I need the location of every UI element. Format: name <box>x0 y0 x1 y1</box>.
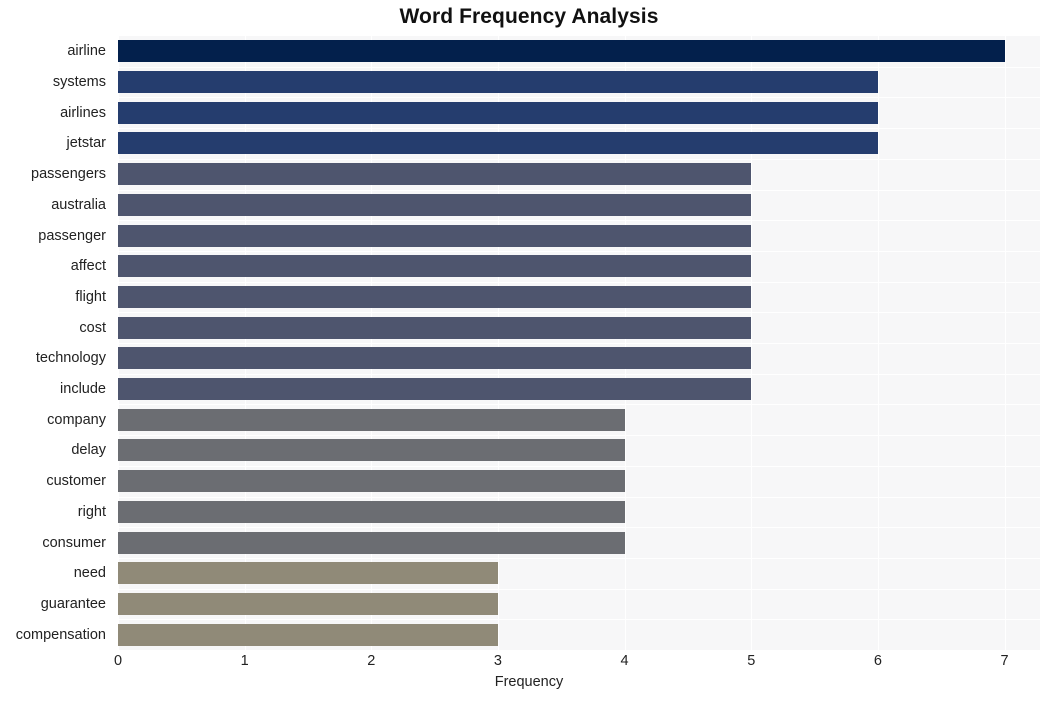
gridline-horizontal <box>118 496 1040 498</box>
bar[interactable] <box>118 408 625 431</box>
bar[interactable] <box>118 623 498 646</box>
gridline-horizontal <box>118 557 1040 559</box>
gridline-horizontal <box>118 619 1040 621</box>
y-axis-tick-label: guarantee <box>40 595 106 612</box>
y-axis-tick-label: jetstar <box>66 135 107 152</box>
gridline-horizontal <box>118 312 1040 314</box>
bar[interactable] <box>118 224 752 247</box>
plot-area <box>118 36 1040 650</box>
bar[interactable] <box>118 316 752 339</box>
y-axis-tick-label: technology <box>35 350 106 367</box>
bar[interactable] <box>118 531 625 554</box>
chart-title: Word Frequency Analysis <box>399 5 659 28</box>
y-axis-tick-label: right <box>77 503 106 520</box>
bar[interactable] <box>118 40 1005 63</box>
bar[interactable] <box>118 255 752 278</box>
x-axis-tick-label: 0 <box>113 653 123 669</box>
gridline-horizontal <box>118 128 1040 130</box>
gridline-horizontal <box>118 189 1040 191</box>
gridline-horizontal <box>118 250 1040 252</box>
bar[interactable] <box>118 132 878 155</box>
y-axis-tick-label: passengers <box>31 166 106 183</box>
x-axis-tick-label: 6 <box>873 653 882 669</box>
gridline-horizontal <box>118 465 1040 467</box>
gridline-horizontal <box>118 97 1040 99</box>
gridline-horizontal <box>118 281 1040 283</box>
y-axis-tick-label: company <box>47 411 106 428</box>
y-axis-tick-label: include <box>60 381 106 398</box>
gridline-horizontal <box>118 373 1040 375</box>
gridline-horizontal <box>118 158 1040 160</box>
bar[interactable] <box>118 500 625 523</box>
bar[interactable] <box>118 71 878 94</box>
x-axis: 0 1 2 3 4 5 6 7 <box>114 650 1040 676</box>
y-axis-tick-label: airlines <box>60 104 106 121</box>
bar[interactable] <box>118 470 625 493</box>
bar[interactable] <box>118 101 878 124</box>
bar[interactable] <box>118 562 498 585</box>
y-axis-tick-label: compensation <box>15 626 106 643</box>
word-frequency-chart: Word Frequency Analysis airline systems ai… <box>0 0 1058 701</box>
y-axis-tick-label: airline <box>67 43 106 60</box>
x-axis-tick-label: 3 <box>493 653 502 669</box>
gridline-horizontal <box>118 343 1040 344</box>
x-axis-title: Frequency <box>494 674 564 690</box>
y-axis-tick-label: australia <box>51 196 106 213</box>
y-axis-tick-label: passenger <box>38 227 106 244</box>
bar[interactable] <box>118 347 752 370</box>
y-axis-tick-label: cost <box>79 319 106 336</box>
bar[interactable] <box>118 193 752 216</box>
y-axis: airline systems airlines jetstar passengers a… <box>0 36 112 650</box>
bar[interactable] <box>118 378 752 401</box>
bar[interactable] <box>118 163 752 186</box>
y-axis-tick-label: flight <box>75 288 106 305</box>
y-axis-tick-label: need <box>73 565 106 582</box>
gridline-horizontal <box>118 527 1040 529</box>
y-axis-tick-label: consumer <box>42 534 106 551</box>
gridline-horizontal <box>118 435 1040 437</box>
x-axis-tick-label: 1 <box>240 653 249 669</box>
bar[interactable] <box>118 285 752 308</box>
x-axis-tick-label: 7 <box>1000 653 1009 669</box>
gridline-horizontal <box>118 588 1040 590</box>
x-axis-tick-label: 2 <box>367 653 376 669</box>
gridline-horizontal <box>118 404 1040 406</box>
y-axis-tick-label: customer <box>46 473 106 490</box>
gridline-horizontal <box>118 220 1040 222</box>
y-axis-tick-label: delay <box>71 442 106 459</box>
bar[interactable] <box>118 439 625 462</box>
x-axis-tick-label: 5 <box>747 653 756 669</box>
bar[interactable] <box>118 592 498 615</box>
y-axis-tick-label: affect <box>70 258 106 275</box>
y-axis-tick-label: systems <box>52 74 106 91</box>
x-axis-tick-label: 4 <box>620 653 629 669</box>
gridline-horizontal <box>118 66 1040 68</box>
